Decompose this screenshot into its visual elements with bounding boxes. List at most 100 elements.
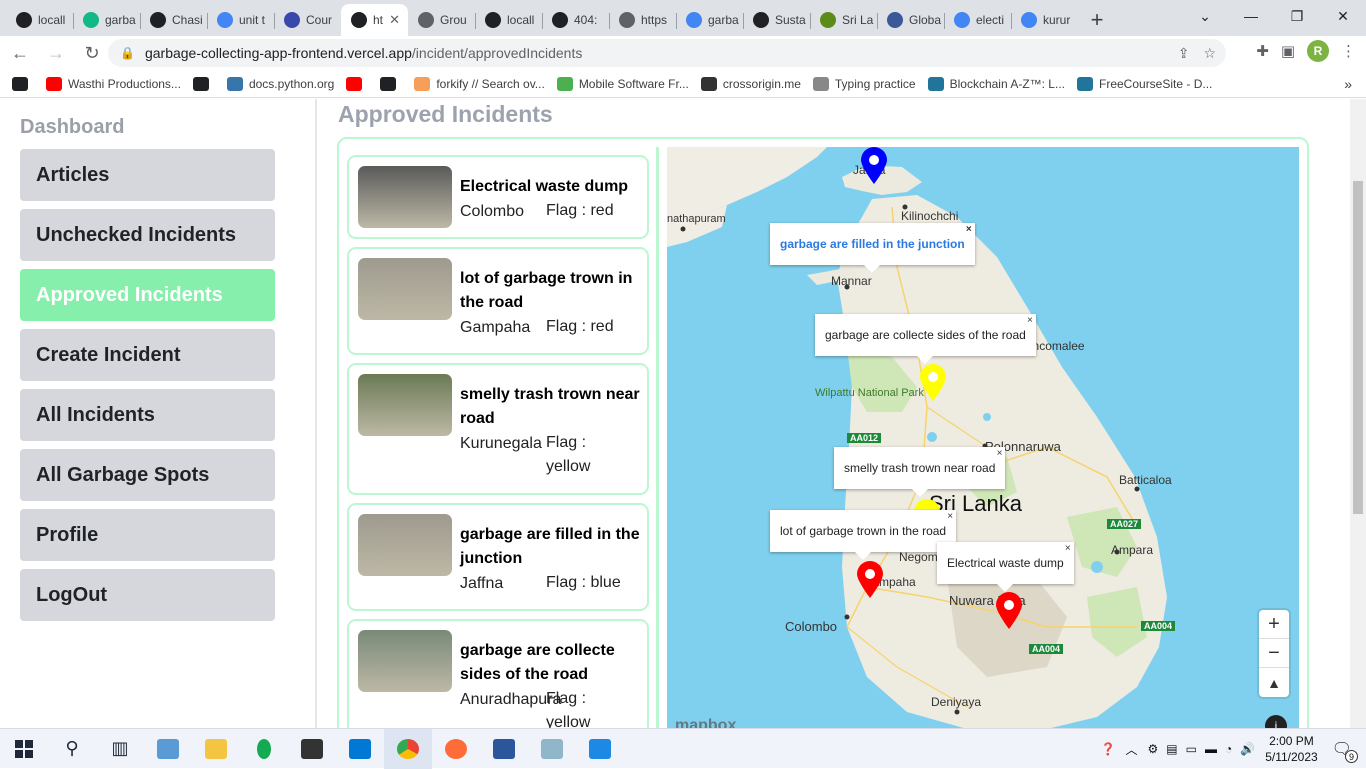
incident-map[interactable]: JaffnaKilinochchinathapuramMannarTrincom…: [667, 147, 1299, 728]
back-icon[interactable]: ←: [4, 37, 36, 69]
yellow-marker-icon[interactable]: [918, 364, 948, 402]
battery-icon[interactable]: ▬: [1205, 742, 1217, 756]
bookmark-item[interactable]: [192, 76, 215, 91]
chrome-icon[interactable]: [384, 728, 432, 769]
browser-tab[interactable]: Susta: [743, 4, 810, 36]
tray-app-icon[interactable]: ▤: [1166, 742, 1177, 756]
sidebar-item-create-incident[interactable]: Create Incident: [20, 329, 275, 381]
browser-tab[interactable]: Sri La: [810, 4, 877, 36]
sidebar-item-all-garbage-spots[interactable]: All Garbage Spots: [20, 449, 275, 501]
tray-app-icon[interactable]: ▭: [1186, 742, 1197, 756]
volume-icon[interactable]: 🔊: [1240, 742, 1255, 756]
new-tab-button[interactable]: +: [1082, 4, 1112, 36]
popup-close-icon[interactable]: ×: [966, 224, 972, 235]
incident-card[interactable]: Electrical waste dump Colombo Flag : red: [347, 155, 649, 239]
incident-card[interactable]: smelly trash trown near road Kurunegala Fl…: [347, 363, 649, 495]
address-bar[interactable]: 🔒 garbage-collecting-app-frontend.vercel…: [108, 39, 1226, 67]
blue-marker-icon[interactable]: [859, 147, 889, 185]
map-place-label: Wilpattu National Park: [815, 387, 924, 399]
postman-icon[interactable]: [432, 729, 480, 769]
bookmark-item[interactable]: [346, 76, 368, 91]
bookmark-item[interactable]: FreeCourseSite - D...: [1077, 76, 1212, 91]
forward-icon[interactable]: →: [40, 37, 72, 69]
bookmark-item[interactable]: Wasthi Productions...: [46, 76, 181, 91]
bookmark-star-icon[interactable]: ☆: [1203, 45, 1216, 62]
extensions-icon[interactable]: ✚: [1256, 42, 1269, 60]
close-window-icon[interactable]: ✕: [1320, 0, 1366, 32]
browser-tab[interactable]: https: [609, 4, 676, 36]
browser-tab[interactable]: garba: [73, 4, 140, 36]
bookmark-item[interactable]: crossorigin.me: [700, 76, 801, 91]
browser-tab[interactable]: unit t: [207, 4, 274, 36]
sidebar-item-approved-incidents[interactable]: Approved Incidents: [20, 269, 275, 321]
terminal-icon[interactable]: [288, 729, 336, 769]
sidebar-item-unchecked-incidents[interactable]: Unchecked Incidents: [20, 209, 275, 261]
lock-icon[interactable]: 🔒: [120, 46, 135, 60]
restore-icon[interactable]: ❐: [1274, 0, 1320, 32]
menu-kebab-icon[interactable]: ⋮: [1341, 42, 1356, 60]
incident-card[interactable]: garbage are collecte sides of the road An…: [347, 619, 649, 728]
reload-icon[interactable]: ↻: [76, 37, 108, 69]
zoom-out-button[interactable]: −: [1259, 639, 1289, 668]
date: 5/11/2023: [1265, 750, 1318, 764]
task-view-icon[interactable]: ▥: [96, 729, 144, 769]
bookmark-item[interactable]: forkify // Search ov...: [414, 76, 545, 91]
red-marker-icon[interactable]: [994, 592, 1024, 630]
app-icon[interactable]: [528, 729, 576, 769]
bookmark-item[interactable]: Typing practice: [812, 76, 916, 91]
incident-card[interactable]: garbage are filled in the junction Jaffna…: [347, 503, 649, 611]
browser-tab[interactable]: Chasi: [140, 4, 207, 36]
sidebar-item-all-incidents[interactable]: All Incidents: [20, 389, 275, 441]
clock[interactable]: 2:00 PM 5/11/2023: [1265, 733, 1318, 765]
compass-reset-button[interactable]: ▲: [1259, 668, 1289, 697]
browser-tab[interactable]: Cour: [274, 4, 341, 36]
browser-tab[interactable]: Grou: [408, 4, 475, 36]
scrollbar-thumb[interactable]: [1353, 181, 1363, 514]
zoom-in-button[interactable]: +: [1259, 610, 1289, 639]
bookmarks-overflow-icon[interactable]: »: [1344, 76, 1352, 92]
tray-app-icon[interactable]: ⚙: [1148, 742, 1159, 756]
bookmark-item[interactable]: [12, 76, 34, 91]
tab-search-icon[interactable]: ⌄: [1182, 0, 1228, 32]
bookmark-item[interactable]: [380, 76, 402, 91]
incident-card[interactable]: lot of garbage trown in the road Gampaha F…: [347, 247, 649, 355]
side-panel-icon[interactable]: ▣: [1281, 42, 1295, 60]
popup-close-icon[interactable]: ×: [997, 448, 1003, 459]
app-icon[interactable]: [144, 729, 192, 769]
help-icon[interactable]: ❓: [1101, 742, 1116, 756]
browser-tab[interactable]: locall: [475, 4, 542, 36]
page-scrollbar[interactable]: [1350, 99, 1366, 728]
browser-tab[interactable]: kurur: [1011, 4, 1078, 36]
browser-tab[interactable]: garba: [676, 4, 743, 36]
windows-start-icon[interactable]: [0, 729, 48, 769]
wifi-icon[interactable]: ◔: [1225, 742, 1232, 756]
notifications-icon[interactable]: 🗨 9: [1332, 739, 1358, 763]
red-marker-icon[interactable]: [855, 561, 885, 599]
word-icon[interactable]: [480, 729, 528, 769]
browser-tab[interactable]: locall: [6, 4, 73, 36]
profile-avatar[interactable]: R: [1307, 40, 1329, 62]
sidebar-item-logout[interactable]: LogOut: [20, 569, 275, 621]
share-icon[interactable]: ⇪: [1178, 45, 1190, 62]
browser-tab[interactable]: ht ✕: [341, 4, 408, 36]
bookmark-favicon-icon: [700, 76, 717, 91]
close-tab-icon[interactable]: ✕: [389, 12, 400, 28]
photos-icon[interactable]: [576, 729, 624, 769]
minimize-icon[interactable]: —: [1228, 0, 1274, 32]
search-icon[interactable]: ⚲: [48, 729, 96, 769]
popup-close-icon[interactable]: ×: [1065, 543, 1071, 554]
browser-tab[interactable]: electi: [944, 4, 1011, 36]
browser-tab[interactable]: Globa: [877, 4, 944, 36]
file-explorer-icon[interactable]: [192, 729, 240, 769]
sidebar-item-profile[interactable]: Profile: [20, 509, 275, 561]
browser-tab[interactable]: 404:: [542, 4, 609, 36]
popup-close-icon[interactable]: ×: [947, 511, 953, 522]
bookmark-item[interactable]: docs.python.org: [226, 76, 334, 91]
bookmark-item[interactable]: Mobile Software Fr...: [556, 76, 689, 91]
vscode-icon[interactable]: [336, 729, 384, 769]
sidebar-item-articles[interactable]: Articles: [20, 149, 275, 201]
popup-close-icon[interactable]: ×: [1027, 315, 1033, 326]
chevron-up-icon[interactable]: ︿: [1126, 741, 1138, 758]
mongodb-icon[interactable]: [240, 729, 288, 769]
bookmark-item[interactable]: Blockchain A-Z™: L...: [927, 76, 1065, 91]
